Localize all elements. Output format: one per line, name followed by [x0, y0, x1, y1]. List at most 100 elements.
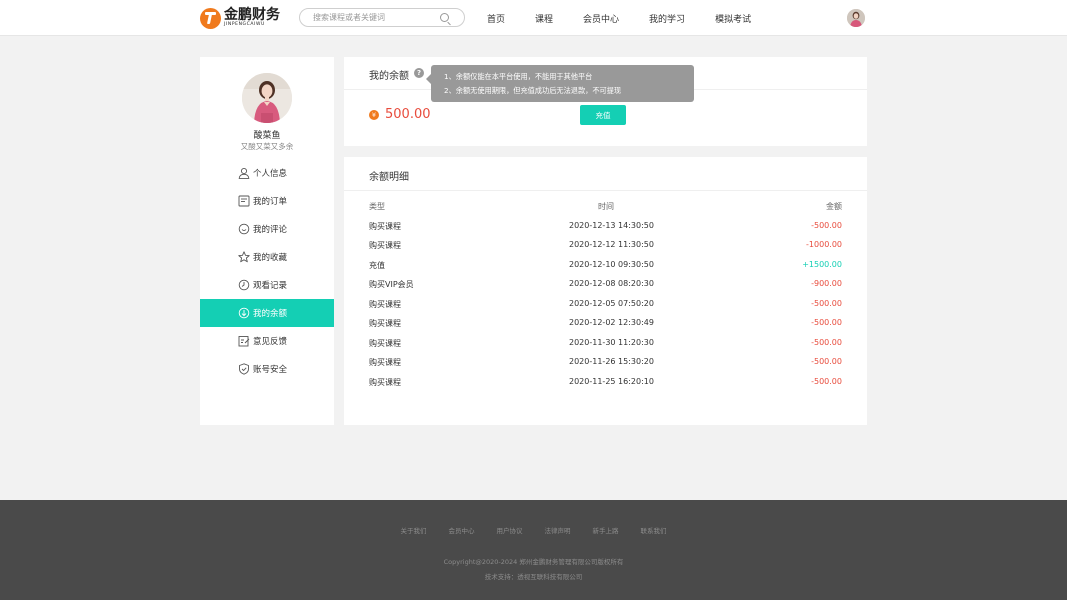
avatar-portrait-icon: [847, 9, 865, 27]
sidebar-item-balance[interactable]: 我的余额: [200, 299, 334, 327]
cell-time: 2020-11-25 16:20:10: [569, 376, 654, 386]
cell-time: 2020-12-05 07:50:20: [569, 298, 654, 308]
cell-time: 2020-12-13 14:30:50: [569, 220, 654, 230]
table-row: 购买课程 2020-11-25 16:20:10 -500.00: [369, 374, 842, 394]
nav-mock-exam[interactable]: 模拟考试: [715, 12, 751, 25]
cell-amount: -900.00: [811, 279, 842, 288]
column-header-time: 时间: [598, 202, 614, 211]
column-header-type: 类型: [369, 202, 385, 211]
cell-amount: +1500.00: [802, 259, 842, 269]
cell-type: 购买课程: [369, 241, 401, 250]
main-nav: 首页 课程 会员中心 我的学习 模拟考试: [487, 0, 781, 36]
detail-title: 余额明细: [369, 172, 409, 183]
brand-logo[interactable]: 金鹏财务 JINPENGCAIWU: [200, 7, 280, 29]
page-footer: 关于我们 会员中心 用户协议 法律声明 新手上路 联系我们 Copyright@…: [0, 500, 1067, 600]
sidebar-item-profile[interactable]: 个人信息: [200, 159, 334, 187]
coin-icon: ¥: [369, 110, 379, 120]
star-icon: [237, 251, 250, 264]
sidebar-item-label: 我的收藏: [253, 253, 288, 263]
nav-courses[interactable]: 课程: [535, 12, 553, 25]
cell-type: 购买课程: [369, 319, 401, 328]
sidebar-item-comments[interactable]: 我的评论: [200, 215, 334, 243]
table-row: 购买课程 2020-12-12 11:30:50 -1000.00: [369, 237, 842, 257]
user-icon: [237, 167, 250, 180]
top-header: 金鹏财务 JINPENGCAIWU 首页 课程 会员中心 我的学习 模拟考试: [0, 0, 1067, 36]
sidebar-item-label: 观看记录: [253, 281, 288, 291]
search-input[interactable]: [313, 11, 433, 24]
sidebar-item-history[interactable]: 观看记录: [200, 271, 334, 299]
help-icon[interactable]: ?: [414, 68, 424, 78]
nav-member-center[interactable]: 会员中心: [583, 12, 619, 25]
cell-time: 2020-11-30 11:20:30: [569, 337, 654, 347]
cell-amount: -500.00: [811, 318, 842, 327]
sidebar-item-label: 我的余额: [253, 309, 288, 319]
divider: [344, 190, 867, 191]
table-row: 购买课程 2020-12-05 07:50:20 -500.00: [369, 296, 842, 316]
tooltip-line: 2、余额无使用期限，但充值成功后无法退款，不可提现: [444, 86, 622, 95]
balance-help-tooltip: 1、余额仅能在本平台使用，不能用于其他平台 2、余额无使用期限，但充值成功后无法…: [426, 65, 694, 102]
cell-type: 充值: [369, 260, 385, 270]
profile-avatar[interactable]: [242, 73, 292, 123]
table-row: 购买课程 2020-11-30 11:20:30 -500.00: [369, 335, 842, 355]
feedback-icon: [237, 335, 250, 348]
cell-type: 购买VIP会员: [369, 280, 414, 289]
nav-my-learning[interactable]: 我的学习: [649, 12, 685, 25]
tech-support-text: 技术支持：透视互联科技有限公司: [484, 573, 583, 581]
sidebar-item-orders[interactable]: 我的订单: [200, 187, 334, 215]
wallet-icon: [237, 307, 250, 320]
logo-name-cn: 金鹏财务: [224, 7, 280, 24]
cell-time: 2020-11-26 15:30:20: [569, 357, 654, 366]
logo-mark-icon: [200, 7, 221, 29]
cell-amount: -500.00: [811, 357, 842, 366]
table-row: 充值 2020-12-10 09:30:50 +1500.00: [369, 257, 842, 277]
table-header: 类型 时间 金额: [369, 198, 842, 218]
sidebar-item-security[interactable]: 账号安全: [200, 355, 334, 383]
shield-icon: [237, 363, 250, 376]
cell-time: 2020-12-08 08:20:30: [569, 279, 654, 288]
profile-portrait-icon: [242, 73, 292, 123]
cell-type: 购买课程: [369, 358, 401, 367]
copyright-text: Copyright@2020-2024 郑州金鹏财务管理有限公司版权所有: [443, 558, 624, 566]
footer-link-legal[interactable]: 法律声明: [545, 525, 571, 535]
cell-type: 购买课程: [369, 338, 401, 348]
table-row: 购买课程 2020-12-13 14:30:50 -500.00: [369, 218, 842, 238]
balance-detail-table: 类型 时间 金额 购买课程 2020-12-13 14:30:50 -500.00 购…: [369, 198, 842, 393]
nav-home[interactable]: 首页: [487, 12, 505, 25]
cell-amount: -500.00: [811, 298, 842, 308]
sidebar-item-label: 我的订单: [253, 197, 288, 207]
footer-link-member[interactable]: 会员中心: [449, 525, 475, 535]
tooltip-line: 1、余额仅能在本平台使用，不能用于其他平台: [444, 72, 593, 81]
cell-amount: -500.00: [811, 220, 842, 230]
footer-link-about[interactable]: 关于我们: [401, 525, 427, 535]
header-avatar[interactable]: [847, 9, 865, 27]
search-icon[interactable]: [440, 13, 449, 22]
profile-signature: 又酸又菜又多余: [240, 142, 294, 151]
table-body: 购买课程 2020-12-13 14:30:50 -500.00 购买课程 2020-1…: [369, 218, 842, 394]
cell-time: 2020-12-02 12:30:49: [569, 318, 654, 327]
footer-link-guide[interactable]: 新手上路: [593, 525, 619, 535]
cell-amount: -500.00: [811, 337, 842, 347]
sidebar-item-label: 个人信息: [253, 169, 288, 179]
cell-amount: -1000.00: [806, 240, 842, 249]
logo-text: 金鹏财务 JINPENGCAIWU: [224, 8, 280, 28]
sidebar-item-label: 账号安全: [253, 365, 288, 375]
profile-name: 酸菜鱼: [253, 131, 281, 141]
order-icon: [237, 195, 250, 208]
cell-time: 2020-12-12 11:30:50: [569, 240, 654, 249]
user-sidebar: 酸菜鱼 又酸又菜又多余 个人信息 我的订单 我的评论 我的收藏 观看记录 我的余…: [200, 57, 334, 425]
footer-link-contact[interactable]: 联系我们: [641, 525, 667, 535]
sidebar-item-favorites[interactable]: 我的收藏: [200, 243, 334, 271]
sidebar-item-label: 我的评论: [253, 225, 288, 235]
sidebar-item-feedback[interactable]: 意见反馈: [200, 327, 334, 355]
cell-type: 购买课程: [369, 221, 401, 231]
column-header-amount: 金额: [826, 202, 842, 211]
cell-time: 2020-12-10 09:30:50: [569, 259, 654, 269]
recharge-button[interactable]: 充值: [580, 105, 626, 125]
balance-detail-card: 余额明细 类型 时间 金额 购买课程 2020-12-13 14:30:50 -50…: [344, 157, 867, 425]
balance-title: 我的余额: [369, 71, 409, 82]
table-row: 购买VIP会员 2020-12-08 08:20:30 -900.00: [369, 276, 842, 296]
sidebar-menu: 个人信息 我的订单 我的评论 我的收藏 观看记录 我的余额 意见反馈 账号安全: [200, 159, 334, 383]
footer-link-agreement[interactable]: 用户协议: [497, 525, 523, 535]
sidebar-item-label: 意见反馈: [253, 337, 288, 347]
logo-name-en: JINPENGCAIWU: [224, 22, 265, 28]
